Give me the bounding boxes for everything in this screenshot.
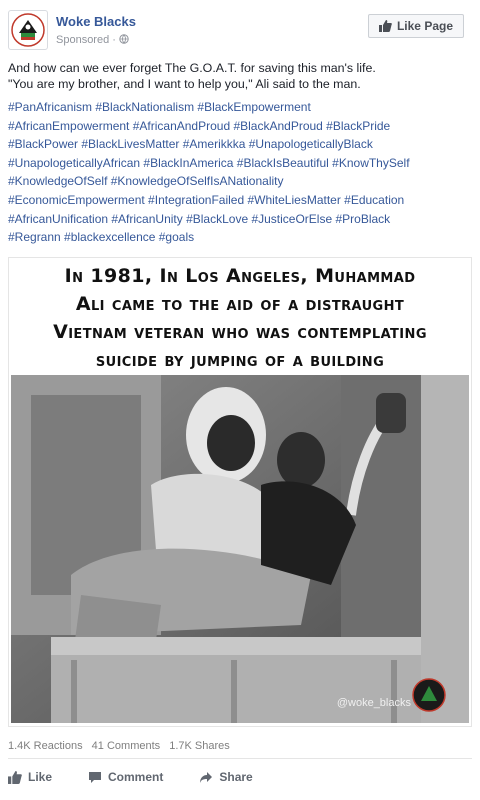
post-actions-bar: Like Comment Share [8, 766, 472, 788]
post-message-line: And how can we ever forget The G.O.A.T. … [8, 61, 376, 75]
like-button[interactable]: Like [8, 770, 52, 784]
headline-line: Ali came to the aid of a distraught [75, 293, 405, 315]
post-message: And how can we ever forget The G.O.A.T. … [8, 60, 472, 92]
shares-count[interactable]: 1.7K Shares [169, 740, 230, 752]
headline-line: suicide by jumping of a building [95, 349, 385, 371]
engagement-stats: 1.4K Reactions 41 Comments 1.7K Shares [8, 740, 236, 752]
photo-illustration [11, 375, 469, 723]
comment-bubble-icon [89, 771, 102, 783]
post-message-line: "You are my brother, and I want to help … [8, 77, 361, 91]
hashtag-line[interactable]: #PanAfricanism #BlackNationalism #BlackE… [8, 98, 478, 117]
comment-label: Comment [108, 770, 164, 784]
comments-count[interactable]: 41 Comments [92, 740, 160, 752]
like-page-label: Like Page [396, 19, 453, 33]
comment-button[interactable]: Comment [88, 770, 163, 784]
hashtag-line[interactable]: #EconomicEmpowerment #IntegrationFailed … [8, 191, 478, 210]
reactions-count[interactable]: 1.4K Reactions [8, 740, 83, 752]
post-header: Woke Blacks Sponsored · Like Page [8, 8, 472, 52]
thumbs-up-icon [378, 20, 392, 32]
image-watermark: @woke_blacks [336, 697, 411, 709]
hashtag-line[interactable]: #Regrann #blackexcellence #goals [8, 228, 478, 247]
page-avatar[interactable] [8, 10, 48, 50]
hashtag-line[interactable]: #AfricanEmpowerment #AfricanAndProud #Bl… [8, 117, 478, 136]
like-page-button[interactable]: Like Page [367, 14, 464, 38]
hashtag-line[interactable]: #UnapologeticallyAfrican #BlackInAmerica… [8, 154, 478, 173]
woke-blacks-logo-icon [11, 13, 45, 47]
like-label: Like [28, 770, 53, 784]
sponsored-label: Sponsored · [56, 34, 129, 46]
hashtag-block: #PanAfricanism #BlackNationalism #BlackE… [8, 98, 478, 247]
share-arrow-icon [200, 771, 213, 783]
globe-icon [119, 34, 129, 44]
share-button[interactable]: Share [199, 770, 253, 784]
image-headline: In 1981, In Los Angeles, Muhammad Ali ca… [9, 262, 471, 374]
headline-line: In 1981, In Los Angeles, Muhammad [64, 265, 416, 287]
actions-divider [8, 758, 472, 759]
headline-line: Vietnam veteran who was contemplating [53, 321, 427, 343]
thumbs-up-icon [8, 770, 22, 784]
facebook-post-card: Woke Blacks Sponsored · Like Page And ho… [0, 0, 480, 800]
hashtag-line[interactable]: #KnowledgeOfSelf #KnowledgeOfSelfIsANati… [8, 172, 478, 191]
share-label: Share [219, 770, 253, 784]
photo-ali-and-veteran: @woke_blacks [11, 375, 469, 723]
sponsored-text: Sponsored · [56, 34, 119, 46]
page-name[interactable]: Woke Blacks [56, 14, 136, 29]
post-image[interactable]: In 1981, In Los Angeles, Muhammad Ali ca… [8, 257, 472, 727]
hashtag-line[interactable]: #BlackPower #BlackLivesMatter #Amerikkka… [8, 135, 478, 154]
hashtag-line[interactable]: #AfricanUnification #AfricanUnity #Black… [8, 210, 478, 229]
